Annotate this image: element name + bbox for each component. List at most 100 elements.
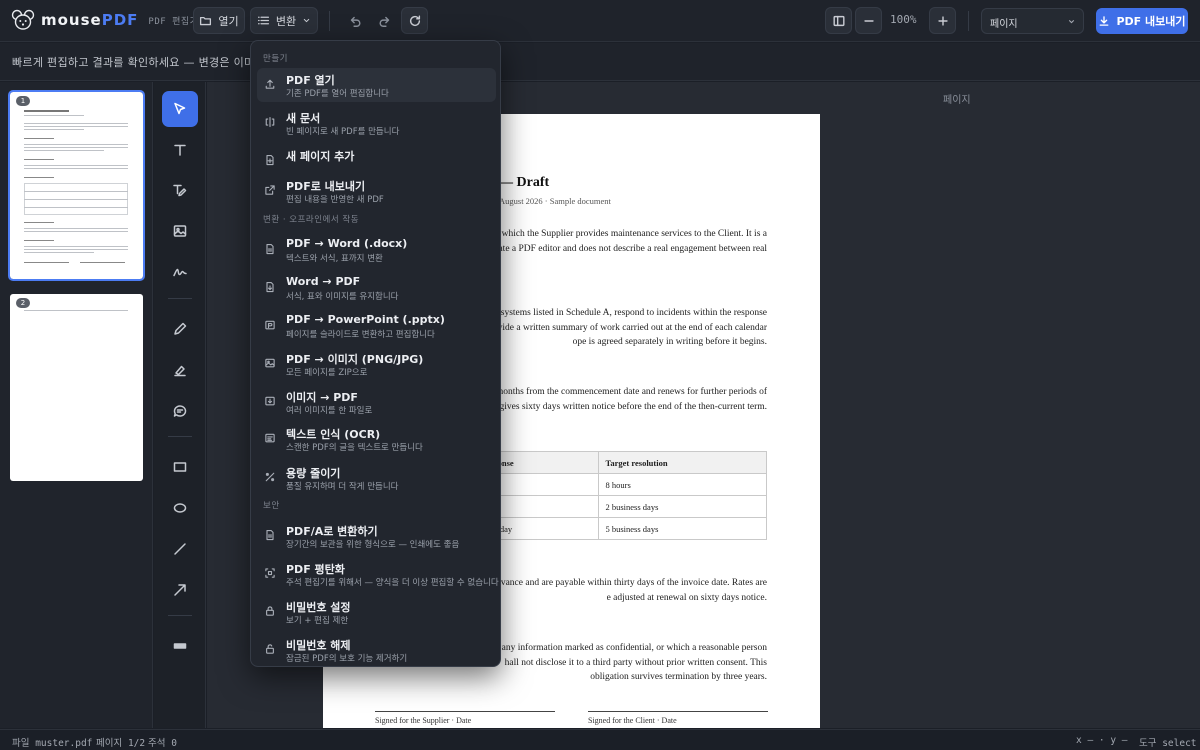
menu-item-label: 용량 줄이기 (286, 467, 341, 480)
toolbar-divider (329, 11, 330, 31)
redo-button[interactable] (371, 7, 398, 34)
minus-icon (863, 19, 874, 22)
undo-button[interactable] (341, 7, 368, 34)
menu-item-label: PDF → 이미지 (PNG/JPG) (286, 353, 424, 366)
supplier-signature-line[interactable]: Signed for the Supplier · Date (375, 711, 555, 725)
open-button[interactable]: 열기 (193, 7, 245, 34)
export-pdf-label: PDF 내보내기 (1116, 15, 1186, 28)
rectangle-icon (173, 462, 187, 472)
menu-item-label: 비밀번호 설정 (286, 601, 351, 614)
ellipse-tool[interactable] (162, 490, 198, 526)
menu-item-description: 장기간의 보관을 위한 형식으로 — 인쇄에도 좋음 (286, 540, 460, 550)
signature-tool[interactable] (162, 254, 198, 290)
refresh-button[interactable] (401, 7, 428, 34)
convert-button-label: 변환 (275, 14, 297, 28)
view-mode-select[interactable]: 페이지 (981, 8, 1084, 34)
highlight-tool[interactable] (162, 352, 198, 388)
undo-icon (350, 16, 360, 27)
image-icon (173, 225, 187, 237)
comment-tool[interactable] (162, 393, 198, 429)
table-header-cell: Target resolution (598, 451, 767, 474)
flatten-icon (264, 564, 276, 578)
cursor-icon (174, 102, 186, 115)
image-tool[interactable] (162, 213, 198, 249)
redo-icon (379, 16, 389, 27)
table-cell: 2 business days (598, 495, 767, 518)
line-tool[interactable] (162, 531, 198, 567)
pen-tool[interactable] (162, 311, 198, 347)
menu-item-description: 여러 이미지를 한 파일로 (286, 406, 373, 416)
archive-icon (264, 526, 276, 541)
zoom-in-button[interactable] (929, 7, 956, 34)
menu-item-label: PDF 열기 (286, 74, 335, 87)
menu-item-label: Word → PDF (286, 275, 361, 288)
zoom-level: 100% (890, 13, 917, 26)
toolbar-divider (968, 11, 969, 31)
menu-item-pdf-to-image[interactable]: PDF → 이미지 (PNG/JPG) 모든 페이지를 ZIP으로 (257, 347, 496, 381)
toggle-sidebar-button[interactable] (825, 7, 852, 34)
menu-item-description: 품질 유지하며 더 작게 만듭니다 (286, 482, 399, 492)
menu-item-ocr[interactable]: 텍스트 인식 (OCR) 스캔한 PDF의 글을 텍스트로 만듭니다 (257, 422, 496, 456)
menu-item-description: 페이지를 슬라이드로 변환하고 편집합니다 (286, 330, 435, 340)
arrow-icon (174, 584, 186, 596)
page-thumbnail[interactable]: 2 (10, 294, 143, 481)
doc-down-icon (264, 278, 276, 293)
app-name: mousePDF (41, 11, 139, 29)
menu-item-label: PDF로 내보내기 (286, 180, 366, 193)
convert-menu-button[interactable]: 변환 (250, 7, 318, 34)
page-thumbnail[interactable]: 1 (8, 90, 145, 281)
rectangle-tool[interactable] (162, 449, 198, 485)
menu-item-remove-password[interactable]: 비밀번호 해제 잠금된 PDF의 보호 기능 제거하기 (257, 633, 496, 667)
menu-item-pdf-to-word[interactable]: PDF → Word (.docx) 텍스트와 서식, 표까지 변환 (257, 233, 496, 267)
text-tool[interactable] (162, 132, 198, 168)
menu-item-description: 주석 편집기를 위해서 — 양식을 더 이상 편집할 수 없습니다 (286, 578, 499, 588)
menu-item-label: 새 페이지 추가 (286, 150, 355, 163)
sidebar-icon (832, 15, 845, 26)
edit-text-tool[interactable] (162, 172, 198, 208)
menu-item-flatten[interactable]: PDF 평탄화 주석 편집기를 위해서 — 양식을 더 이상 편집할 수 없습니… (257, 557, 499, 591)
chevron-down-icon (1068, 19, 1075, 24)
text-icon (174, 144, 186, 156)
arrow-tool[interactable] (162, 572, 198, 608)
ocr-icon (264, 429, 276, 443)
thumbnail-page-number: 2 (16, 298, 30, 308)
zoom-out-button[interactable] (855, 7, 882, 34)
menu-item-label: PDF/A로 변환하기 (286, 525, 378, 538)
menu-item-word-to-pdf[interactable]: Word → PDF 서식, 표와 이미지를 유지합니다 (257, 271, 496, 305)
menu-item-open-pdf[interactable]: PDF 열기 기존 PDF를 열어 편집합니다 (257, 68, 496, 102)
menu-item-export-pdf[interactable]: PDF로 내보내기 편집 내용을 반영한 새 PDF (257, 174, 496, 208)
menu-item-label: PDF → PowerPoint (.pptx) (286, 313, 445, 326)
tool-divider (168, 615, 192, 616)
lock-icon (264, 602, 276, 616)
redact-tool[interactable] (162, 628, 198, 664)
download-icon (1100, 16, 1109, 26)
menu-item-description: 보기 + 편집 제한 (286, 616, 349, 626)
menu-item-description: 텍스트와 서식, 표까지 변환 (286, 254, 383, 264)
edit-text-icon (173, 184, 187, 197)
comment-icon (173, 405, 187, 417)
menu-item-description: 잠금된 PDF의 보호 기능 제거하기 (286, 654, 408, 664)
select-tool[interactable] (162, 91, 198, 127)
menu-item-description: 서식, 표와 이미지를 유지합니다 (286, 292, 399, 302)
table-cell: 5 business days (598, 517, 767, 540)
menu-item-image-to-pdf[interactable]: 이미지 → PDF 여러 이미지를 한 파일로 (257, 385, 496, 419)
menu-item-add-page[interactable]: 새 페이지 추가 (257, 144, 496, 178)
client-signature-line[interactable]: Signed for the Client · Date (588, 711, 768, 725)
menu-item-new-document[interactable]: 새 문서 빈 페이지로 새 PDF를 만듭니다 (257, 106, 496, 140)
export-pdf-button[interactable]: PDF 내보내기 (1096, 8, 1188, 34)
menu-item-description: 기존 PDF를 열어 편집합니다 (286, 89, 389, 99)
menu-item-set-password[interactable]: 비밀번호 설정 보기 + 편집 제한 (257, 595, 496, 629)
open-button-label: 열기 (218, 14, 239, 28)
menu-item-label: 텍스트 인식 (OCR) (286, 428, 381, 441)
notice-banner: 빠르게 편집하고 결과를 확인하세요 — 변경은 이미 다른 곳에서 저장된 문… (0, 43, 1200, 81)
tool-palette (154, 82, 206, 728)
compress-icon (264, 468, 276, 482)
split-icon (264, 113, 276, 128)
upload-icon (264, 75, 276, 89)
menu-item-description: 모든 페이지를 ZIP으로 (286, 368, 368, 378)
menu-section-create: 만들기 (263, 54, 288, 64)
menu-item-compress[interactable]: 용량 줄이기 품질 유지하며 더 작게 만듭니다 (257, 461, 496, 495)
highlighter-icon (174, 365, 186, 377)
menu-item-pdfa[interactable]: PDF/A로 변환하기 장기간의 보관을 위한 형식으로 — 인쇄에도 좋음 (257, 519, 496, 553)
menu-item-pdf-to-powerpoint[interactable]: PDF → PowerPoint (.pptx) 페이지를 슬라이드로 변환하고… (257, 309, 496, 343)
